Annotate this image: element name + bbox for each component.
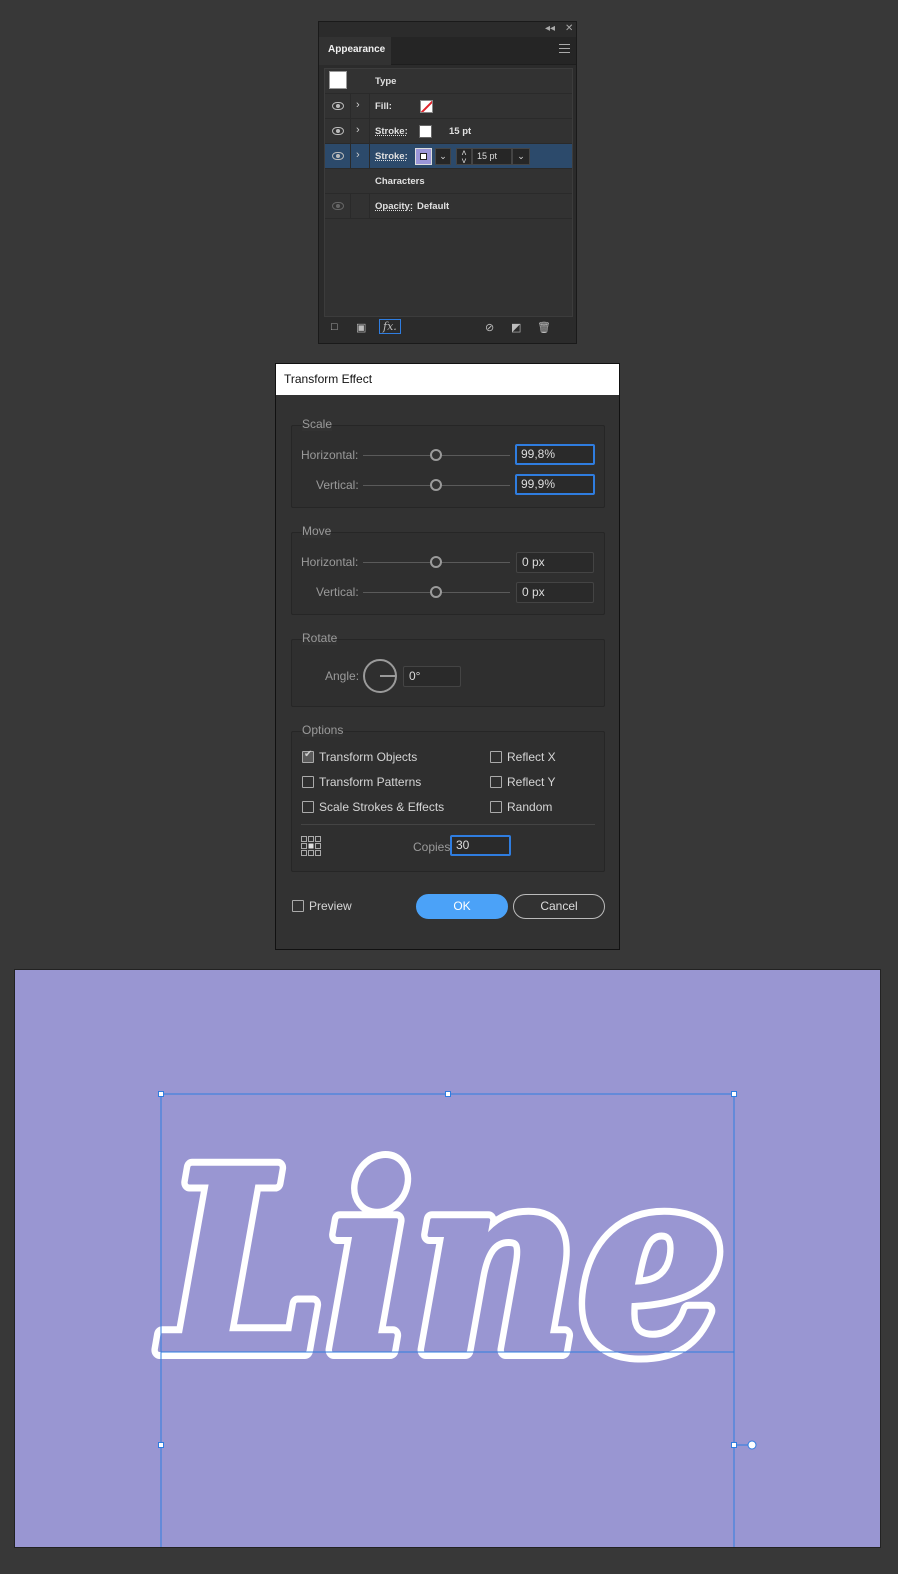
scale-group: Scale Horizontal: 99,8% Vertical: 99,9% <box>291 417 605 508</box>
type-label: Type <box>375 76 397 87</box>
random-checkbox[interactable] <box>490 801 502 813</box>
appearance-list: Type › Fill: › Stroke: 15 pt › Stroke: ⌄… <box>324 68 573 317</box>
reference-point-icon[interactable] <box>301 836 321 856</box>
reflect-x-checkbox[interactable] <box>490 751 502 763</box>
new-stroke-icon[interactable]: □ <box>331 321 338 333</box>
visibility-eye-icon[interactable] <box>332 152 344 160</box>
duplicate-item-icon[interactable]: ◩ <box>511 321 521 334</box>
stroke-color-dropdown-icon[interactable]: ⌄ <box>435 148 451 165</box>
stroke-label[interactable]: Stroke: <box>375 126 408 137</box>
expand-chevron-icon[interactable]: › <box>356 124 360 136</box>
copies-label: Copies <box>413 840 451 854</box>
move-horizontal-label: Horizontal: <box>301 555 359 569</box>
scale-horizontal-input[interactable]: 99,8% <box>515 444 595 465</box>
copies-input[interactable]: 30 <box>450 835 511 856</box>
options-group: Options Transform Objects Transform Patt… <box>291 723 605 872</box>
expand-chevron-icon[interactable]: › <box>356 99 360 111</box>
ok-button[interactable]: OK <box>416 894 508 919</box>
stroke-color-swatch[interactable] <box>415 148 432 165</box>
visibility-eye-icon[interactable] <box>332 127 344 135</box>
delete-item-icon[interactable]: 🗑 <box>537 321 551 334</box>
fill-none-swatch[interactable] <box>420 100 433 113</box>
transform-effect-dialog: Transform Effect Scale Horizontal: 99,8%… <box>275 363 620 950</box>
rotate-title: Rotate <box>302 631 338 645</box>
tab-appearance[interactable]: Appearance <box>319 37 391 65</box>
opacity-row[interactable]: Opacity: Default <box>325 194 572 219</box>
angle-input[interactable]: 0° <box>403 666 461 687</box>
clear-appearance-icon[interactable]: ⊘ <box>485 321 494 334</box>
new-fill-icon[interactable]: ▣ <box>356 321 366 334</box>
move-vertical-label: Vertical: <box>316 585 359 599</box>
type-thumbnail <box>329 71 347 89</box>
move-horizontal-knob[interactable] <box>430 556 442 568</box>
rotate-group: Rotate Angle: 0° <box>291 631 605 707</box>
move-title: Move <box>302 524 332 538</box>
panel-tab-row: Appearance <box>319 37 576 65</box>
opacity-value[interactable]: Default <box>417 201 449 212</box>
options-title: Options <box>302 723 344 737</box>
stroke-row-1[interactable]: › Stroke: 15 pt <box>325 119 572 144</box>
artboard-canvas[interactable]: Line Line <box>14 969 881 1548</box>
visibility-eye-icon[interactable] <box>332 202 344 210</box>
panel-topbar: ◂◂ ✕ <box>319 22 576 37</box>
panel-menu-icon[interactable] <box>559 44 570 56</box>
appearance-panel: ◂◂ ✕ Appearance Type › Fill: › Stroke: 1… <box>318 21 577 344</box>
reflect-y-checkbox[interactable] <box>490 776 502 788</box>
scale-title: Scale <box>302 417 333 431</box>
transform-objects-checkbox[interactable] <box>302 749 314 763</box>
scale-vertical-input[interactable]: 99,9% <box>515 474 595 495</box>
options-divider <box>301 824 595 825</box>
transform-patterns-checkbox[interactable] <box>302 776 314 788</box>
move-vertical-input[interactable]: 0 px <box>516 582 594 603</box>
stroke-white-swatch[interactable] <box>419 125 432 138</box>
characters-label[interactable]: Characters <box>375 176 425 187</box>
angle-dial-icon[interactable] <box>363 659 397 693</box>
expand-chevron-icon[interactable]: › <box>356 149 360 161</box>
reflect-y-label[interactable]: Reflect Y <box>507 775 555 789</box>
characters-row[interactable]: Characters <box>325 169 572 194</box>
collapse-panel-icon[interactable]: ◂◂ <box>545 23 555 34</box>
scale-horizontal-label: Horizontal: <box>301 448 359 462</box>
transform-objects-label[interactable]: Transform Objects <box>319 750 417 764</box>
stroke-weight-dropdown-icon[interactable]: ⌄ <box>512 148 530 165</box>
preview-label[interactable]: Preview <box>309 899 352 913</box>
random-label[interactable]: Random <box>507 800 552 814</box>
preview-checkbox[interactable] <box>292 900 304 912</box>
visibility-eye-icon[interactable] <box>332 102 344 110</box>
move-vertical-knob[interactable] <box>430 586 442 598</box>
angle-label: Angle: <box>325 669 360 683</box>
artwork: Line Line <box>151 1091 757 1547</box>
scale-strokes-label[interactable]: Scale Strokes & Effects <box>319 800 444 814</box>
scale-vertical-knob[interactable] <box>430 479 442 491</box>
scale-horizontal-knob[interactable] <box>430 449 442 461</box>
type-row[interactable]: Type <box>325 69 572 94</box>
scale-vertical-label: Vertical: <box>316 478 359 492</box>
appearance-footer: □ ▣ fx. ⊘ ◩ 🗑 <box>319 318 576 338</box>
reflect-x-label[interactable]: Reflect X <box>507 750 556 764</box>
close-panel-icon[interactable]: ✕ <box>565 23 573 34</box>
stroke-label[interactable]: Stroke: <box>375 151 408 162</box>
opacity-label[interactable]: Opacity: <box>375 201 413 212</box>
stroke-row-2[interactable]: › Stroke: ⌄ ˄ ˅ 15 pt ⌄ <box>325 144 572 169</box>
stroke-weight-input[interactable]: 15 pt <box>472 148 512 165</box>
fx-icon[interactable]: fx. <box>379 319 401 334</box>
scale-strokes-checkbox[interactable] <box>302 801 314 813</box>
cancel-button[interactable]: Cancel <box>513 894 605 919</box>
move-horizontal-input[interactable]: 0 px <box>516 552 594 573</box>
line-artwork-inner: Line <box>160 1115 725 1409</box>
dialog-title: Transform Effect <box>276 364 619 395</box>
stroke-weight[interactable]: 15 pt <box>449 126 471 137</box>
fill-label[interactable]: Fill: <box>375 101 392 112</box>
fill-row[interactable]: › Fill: <box>325 94 572 119</box>
move-group: Move Horizontal: 0 px Vertical: 0 px <box>291 524 605 615</box>
stroke-weight-stepper-icon[interactable]: ˄ ˅ <box>456 148 472 166</box>
transform-patterns-label[interactable]: Transform Patterns <box>319 775 421 789</box>
